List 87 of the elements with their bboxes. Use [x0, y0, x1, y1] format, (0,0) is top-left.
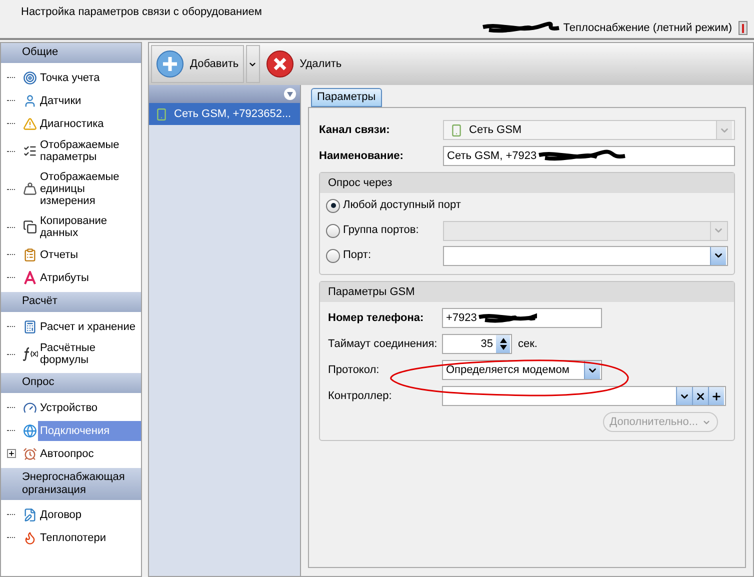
- spin-button[interactable]: [496, 335, 510, 353]
- x-circle-icon: [266, 50, 294, 78]
- group-header[interactable]: Расчёт: [1, 292, 141, 312]
- sidebar-item[interactable]: Расчётные формулы: [38, 338, 141, 370]
- sidebar-item[interactable]: Атрибуты: [38, 268, 141, 288]
- letter-icon: [22, 270, 36, 284]
- field-label: Контроллер:: [328, 388, 393, 404]
- plus-icon: [711, 390, 722, 402]
- phone-field[interactable]: +7923: [442, 308, 602, 328]
- expand-toggle[interactable]: [6, 449, 16, 458]
- sidebar-item[interactable]: Диагностика: [38, 114, 141, 134]
- field-value: Сеть GSM, +7923: [447, 148, 537, 164]
- field-value: 35: [480, 336, 493, 352]
- connection-item[interactable]: Сеть GSM, +7923652...: [149, 103, 300, 125]
- group-title: Опрос через: [328, 176, 392, 191]
- protocol-select[interactable]: Определяется модемом: [442, 360, 602, 380]
- unit-label: сек.: [518, 336, 538, 352]
- user-icon: [22, 94, 36, 108]
- close-icon: [695, 390, 706, 402]
- field-label: Канал связи:: [319, 122, 391, 138]
- radio-button[interactable]: [326, 248, 340, 262]
- clock-icon: [22, 446, 36, 460]
- field-label: Номер телефона:: [328, 310, 425, 326]
- weight-icon: [22, 182, 36, 196]
- sidebar-item[interactable]: Отображаемые параметры: [38, 135, 141, 167]
- sidebar-item[interactable]: Отображаемые единицы измерения: [38, 167, 141, 211]
- group-header[interactable]: Общие: [1, 43, 141, 63]
- group-header[interactable]: Опрос: [1, 373, 141, 393]
- sidebar-item[interactable]: Отчеты: [38, 244, 141, 264]
- field-value: +7923: [446, 310, 477, 326]
- fire-icon: [22, 530, 36, 544]
- mode-label: Теплоснабжение (летний режим): [563, 21, 732, 36]
- sidebar-item[interactable]: Копирование данных: [38, 211, 141, 243]
- sidebar-item[interactable]: Расчет и хранение: [38, 316, 141, 336]
- sidebar-item[interactable]: Теплопотери: [38, 528, 141, 548]
- add-button[interactable]: [708, 387, 724, 405]
- delete-button[interactable]: Удалить: [264, 45, 344, 83]
- controller-select[interactable]: [442, 386, 726, 406]
- calc-icon: [22, 320, 36, 334]
- phone-icon: [450, 124, 463, 136]
- sidebar-item[interactable]: Автоопрос: [38, 444, 141, 464]
- radio-label: Группа портов:: [343, 223, 420, 238]
- group-title: Энергоснабжающая организация: [22, 471, 125, 496]
- clear-button[interactable]: [692, 387, 708, 405]
- field-label: Наименование:: [319, 148, 404, 164]
- warning-icon: [22, 116, 36, 130]
- field-label: Таймаут соединения:: [328, 336, 438, 352]
- plus-icon: [8, 450, 14, 457]
- group-title: Общие: [22, 46, 58, 58]
- group-title: Расчёт: [22, 295, 58, 307]
- channel-select[interactable]: Сеть GSM: [443, 120, 735, 140]
- select-value: Сеть GSM: [469, 122, 523, 138]
- redaction-scribble: [476, 311, 537, 325]
- tab[interactable]: Параметры: [311, 88, 382, 107]
- globe-icon: [22, 424, 36, 438]
- up-down-icon: [500, 338, 506, 350]
- gauge-icon: [22, 400, 36, 414]
- dropdown-button[interactable]: [676, 387, 692, 405]
- radio-button[interactable]: [326, 198, 340, 212]
- add-button[interactable]: Добавить: [151, 45, 244, 83]
- target-icon: [22, 70, 36, 84]
- field-label: Протокол:: [328, 364, 380, 376]
- contract-icon: [22, 508, 36, 522]
- dropdown-button[interactable]: [710, 246, 726, 264]
- thermometer-icon: [738, 21, 748, 36]
- radio-label: Любой доступный порт: [343, 198, 461, 214]
- group-title: Параметры GSM: [328, 284, 415, 300]
- function-icon: [22, 347, 38, 361]
- phone-icon: [155, 108, 168, 120]
- filter-caret-icon: [284, 88, 296, 100]
- select-value: Определяется модемом: [446, 362, 570, 378]
- dropdown-button[interactable]: [584, 361, 600, 379]
- timeout-spinner[interactable]: 35: [442, 334, 512, 354]
- window-title: Настройка параметров связи с оборудованием: [21, 5, 262, 20]
- connection-label: Сеть GSM, +7923652...: [174, 106, 292, 122]
- sidebar-item[interactable]: Датчики: [38, 90, 141, 110]
- radio-label: Порт:: [343, 248, 372, 264]
- sidebar-item[interactable]: Точка учета: [38, 68, 141, 88]
- plus-circle-icon: [156, 50, 184, 78]
- list-icon: [22, 144, 36, 158]
- group-title: Опрос: [22, 376, 54, 388]
- sidebar-item[interactable]: Договор: [38, 504, 141, 524]
- name-field[interactable]: Сеть GSM, +7923: [443, 146, 735, 166]
- report-icon: [22, 248, 36, 262]
- sidebar-item[interactable]: Устройство: [38, 398, 141, 418]
- group-header[interactable]: Энергоснабжающая организация: [1, 468, 141, 500]
- copy-icon: [22, 220, 36, 234]
